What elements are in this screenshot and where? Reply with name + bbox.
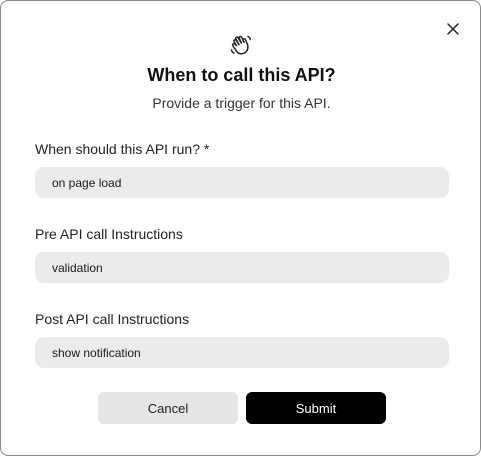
trigger-field-label: When should this API run? * (35, 141, 210, 157)
trigger-input[interactable] (35, 167, 449, 198)
pre-instructions-input[interactable] (35, 252, 449, 283)
api-trigger-dialog: When to call this API? Provide a trigger… (0, 0, 481, 456)
close-button[interactable] (444, 20, 462, 38)
dialog-subtitle: Provide a trigger for this API. (152, 95, 331, 111)
waving-hand-icon (230, 35, 252, 55)
post-instructions-label: Post API call Instructions (35, 311, 190, 327)
pre-instructions-label: Pre API call Instructions (35, 226, 183, 242)
close-icon (447, 23, 459, 35)
dialog-title: When to call this API? (147, 65, 336, 85)
cancel-button[interactable]: Cancel (98, 392, 238, 424)
submit-button[interactable]: Submit (246, 392, 386, 424)
post-instructions-input[interactable] (35, 337, 449, 368)
